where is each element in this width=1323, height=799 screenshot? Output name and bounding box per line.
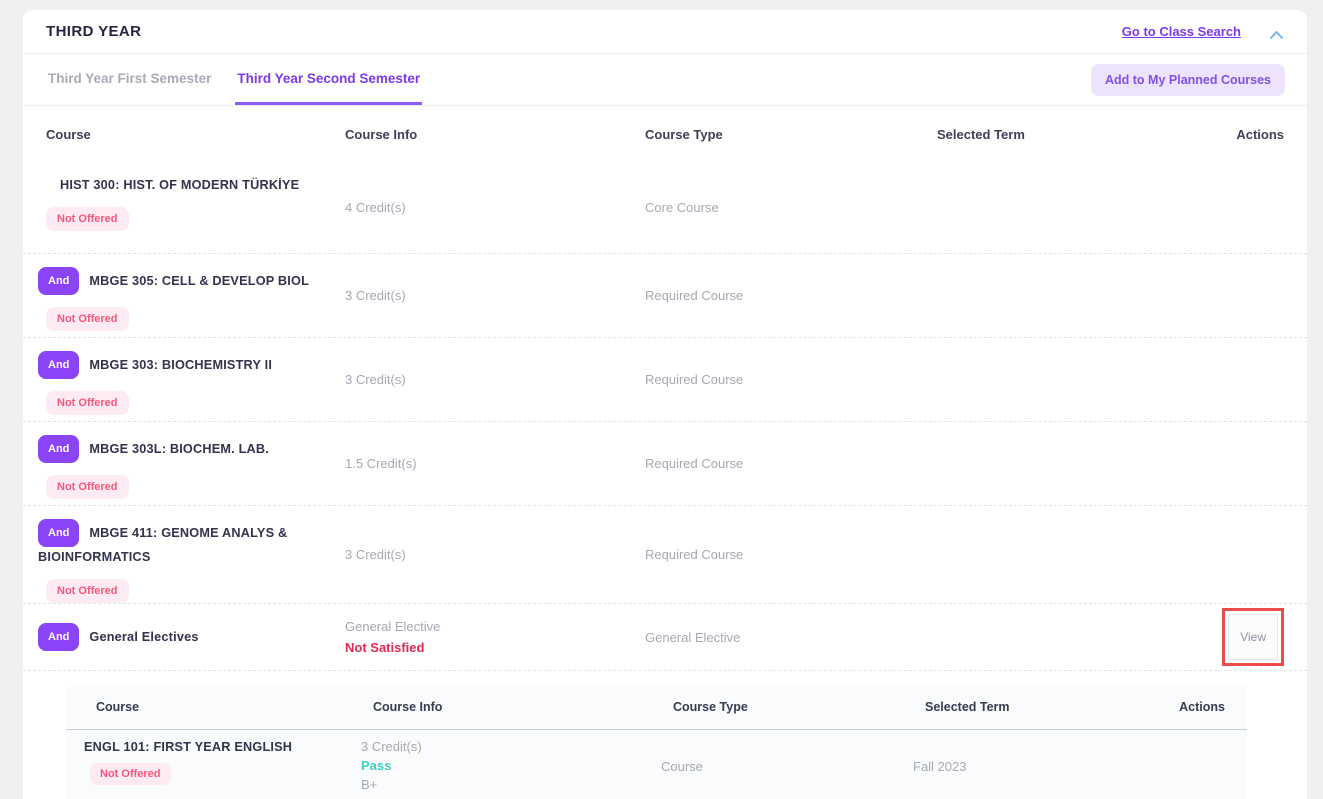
row-actions — [1170, 422, 1284, 505]
course-info: 3 Credit(s) — [345, 338, 645, 421]
go-to-class-search-link[interactable]: Go to Class Search — [1122, 24, 1241, 39]
course-grade: B+ — [361, 776, 377, 794]
not-offered-badge: Not Offered — [46, 579, 129, 603]
not-offered-badge: Not Offered — [46, 391, 129, 415]
third-year-panel: THIRD YEAR Go to Class Search Third Year… — [23, 10, 1307, 799]
table-row: And MBGE 303: BIOCHEMISTRY II Not Offered… — [23, 338, 1307, 422]
not-offered-badge: Not Offered — [46, 207, 129, 231]
and-badge: And — [38, 351, 79, 379]
tab-third-year-first-semester[interactable]: Third Year First Semester — [46, 54, 213, 105]
column-header-course-type: Course Type — [645, 127, 930, 142]
column-header-course: Course — [38, 127, 345, 142]
table-row: And MBGE 305: CELL & DEVELOP BIOL Not Off… — [23, 254, 1307, 338]
course-name: General Electives — [89, 630, 198, 644]
column-header-selected-term: Selected Term — [930, 127, 1170, 142]
course-info: General Elective — [345, 619, 440, 634]
row-actions — [1153, 738, 1229, 794]
course-type: General Elective — [645, 604, 930, 670]
and-badge: And — [38, 435, 79, 463]
not-offered-badge: Not Offered — [90, 763, 171, 785]
selected-term — [930, 422, 1170, 505]
course-name: HIST 300: HIST. OF MODERN TÜRKİYE — [60, 178, 299, 192]
selected-term — [930, 254, 1170, 337]
and-badge: And — [38, 267, 79, 295]
course-name: MBGE 303: BIOCHEMISTRY II — [89, 358, 272, 372]
table-row: AndMBGE 411: GENOME ANALYS & BIOINFORMAT… — [23, 506, 1307, 604]
row-actions: View — [1170, 604, 1284, 670]
general-electives-subtable: Course Course Info Course Type Selected … — [66, 684, 1247, 799]
add-to-planned-courses-button[interactable]: Add to My Planned Courses — [1091, 64, 1285, 96]
course-info: 1.5 Credit(s) — [345, 422, 645, 505]
page-title: THIRD YEAR — [46, 23, 141, 40]
subtable-row: ENGL 101: FIRST YEAR ENGLISH Not Offered… — [66, 730, 1247, 799]
column-header-course-info: Course Info — [361, 700, 661, 714]
and-badge: And — [38, 623, 79, 651]
not-offered-badge: Not Offered — [46, 475, 129, 499]
view-button[interactable]: View — [1228, 614, 1278, 660]
table-header-row: Course Course Info Course Type Selected … — [23, 106, 1307, 162]
course-name: MBGE 305: CELL & DEVELOP BIOL — [89, 274, 309, 288]
course-credits: 3 Credit(s) — [361, 738, 422, 756]
column-header-actions: Actions — [1170, 127, 1284, 142]
chevron-up-icon[interactable] — [1269, 27, 1284, 37]
course-name: MBGE 303L: BIOCHEM. LAB. — [89, 442, 269, 456]
row-actions — [1170, 254, 1284, 337]
column-header-actions: Actions — [1153, 700, 1229, 714]
not-offered-badge: Not Offered — [46, 307, 129, 331]
course-type: Required Course — [645, 422, 930, 505]
and-badge: And — [38, 519, 79, 547]
panel-header: THIRD YEAR Go to Class Search — [23, 10, 1307, 54]
course-type: Required Course — [645, 338, 930, 421]
semester-tabbar: Third Year First Semester Third Year Sec… — [23, 54, 1307, 106]
column-header-course: Course — [84, 700, 361, 714]
selected-term — [930, 338, 1170, 421]
row-actions — [1170, 338, 1284, 421]
subtable-header-row: Course Course Info Course Type Selected … — [66, 684, 1247, 730]
table-row: AndMBGE 303L: BIOCHEM. LAB. Not Offered … — [23, 422, 1307, 506]
row-actions — [1170, 162, 1284, 253]
course-type: Required Course — [645, 506, 930, 603]
course-type: Course — [661, 738, 913, 794]
selected-term — [930, 162, 1170, 253]
selected-term — [930, 604, 1170, 670]
course-type: Core Course — [645, 162, 930, 253]
column-header-course-info: Course Info — [345, 127, 645, 142]
annotation-highlight-box: View — [1222, 608, 1284, 666]
row-actions — [1170, 506, 1284, 603]
course-info: 3 Credit(s) — [345, 506, 645, 603]
course-info: 4 Credit(s) — [345, 162, 645, 253]
selected-term: Fall 2023 — [913, 738, 1153, 794]
not-satisfied-status: Not Satisfied — [345, 640, 440, 655]
column-header-selected-term: Selected Term — [913, 700, 1153, 714]
column-header-course-type: Course Type — [661, 700, 913, 714]
table-row: HIST 300: HIST. OF MODERN TÜRKİYE Not Of… — [23, 162, 1307, 254]
panel-header-actions: Go to Class Search — [1122, 24, 1284, 39]
tab-third-year-second-semester[interactable]: Third Year Second Semester — [235, 54, 422, 105]
course-type: Required Course — [645, 254, 930, 337]
selected-term — [930, 506, 1170, 603]
pass-status: Pass — [361, 757, 391, 775]
course-info: 3 Credit(s) — [345, 254, 645, 337]
course-name: ENGL 101: FIRST YEAR ENGLISH — [84, 738, 292, 754]
table-row: And General Electives General Elective No… — [23, 604, 1307, 671]
